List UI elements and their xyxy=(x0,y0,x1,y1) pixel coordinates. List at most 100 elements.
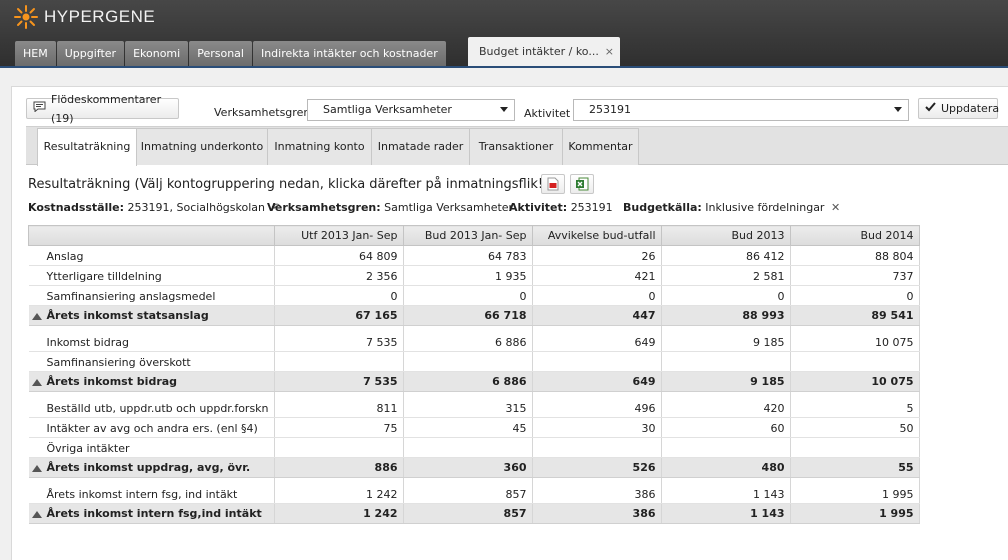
row-label-text: Ytterligare tilldelning xyxy=(46,270,162,283)
cell-value: 421 xyxy=(634,270,656,283)
row-label: Beställd utb, uppdr.utb och uppdr.forskn xyxy=(28,391,275,418)
info-verksamhetsgren-value: Samtliga Verksamheter xyxy=(384,201,514,214)
table-cell: 0 xyxy=(274,285,404,306)
table-cell: 2 581 xyxy=(661,265,791,286)
tab-budget-active[interactable]: Budget intäkter / ko... × xyxy=(468,37,620,66)
pdf-icon xyxy=(547,177,559,191)
budgetkalla-value: Inklusive fördelningar xyxy=(705,201,825,214)
subtab-transaktioner[interactable]: Transaktioner xyxy=(469,128,563,165)
verksamhetsgren-value: Samtliga Verksamheter xyxy=(323,103,452,116)
table-cell: 447 xyxy=(532,305,662,326)
cell-value: 1 143 xyxy=(753,488,785,501)
table-cell: 315 xyxy=(403,391,533,418)
page-title: Resultaträkning (Välj kontogruppering ne… xyxy=(28,177,549,192)
row-label-text: Intäkter av avg och andra ers. (enl §4) xyxy=(46,422,258,435)
cell-value: 60 xyxy=(770,422,785,435)
table-cell: 649 xyxy=(532,371,662,392)
column-header[interactable]: Bud 2013 xyxy=(660,225,791,246)
remove-icon[interactable]: ✕ xyxy=(831,201,840,214)
cell-value: 386 xyxy=(632,507,656,520)
table-row: Inkomst bidrag 7 535 6 886 649 9 185 10 075 xyxy=(28,325,920,352)
table-sum-row[interactable]: Årets inkomst bidrag 7 535 6 886 649 9 185 10… xyxy=(28,371,920,392)
pdf-export-button[interactable] xyxy=(541,174,565,194)
cell-value: 67 165 xyxy=(355,309,398,322)
cell-value: 5 xyxy=(906,402,914,415)
table-cell: 10 075 xyxy=(790,325,920,352)
chevron-down-icon xyxy=(500,107,508,112)
verksamhetsgren-select[interactable]: Samtliga Verksamheter xyxy=(307,99,515,121)
row-label: Inkomst bidrag xyxy=(28,325,275,352)
cell-value: 886 xyxy=(374,461,398,474)
cell-value: 88 804 xyxy=(875,250,914,263)
column-header[interactable]: Bud 2014 xyxy=(789,225,920,246)
column-header[interactable]: Avvikelse bud-utfall xyxy=(531,225,662,246)
table-cell: 66 718 xyxy=(403,305,533,326)
column-header[interactable]: Bud 2013 Jan- Sep xyxy=(402,225,533,246)
row-label-text: Årets inkomst intern fsg, ind intäkt xyxy=(46,488,238,501)
row-label: Ytterligare tilldelning xyxy=(28,265,275,286)
tab-personal[interactable]: Personal xyxy=(189,41,252,66)
column-header[interactable]: Utf 2013 Jan- Sep xyxy=(273,225,404,246)
comments-button-label: Flödeskommentarer (19) xyxy=(51,92,162,125)
cell-value: 89 541 xyxy=(871,309,914,322)
cell-value: 480 xyxy=(761,461,785,474)
table-cell: 886 xyxy=(274,457,404,478)
table-cell: 737 xyxy=(790,265,920,286)
cell-value: 10 075 xyxy=(875,336,914,349)
aktivitet-select[interactable]: 253191 xyxy=(573,99,909,121)
tab-hem[interactable]: HEM xyxy=(15,41,56,66)
cell-value: 526 xyxy=(632,461,656,474)
table-cell xyxy=(403,437,533,458)
brand-name: HYPERGENE xyxy=(44,7,156,26)
cell-value: 55 xyxy=(898,461,914,474)
table-sum-row[interactable]: Årets inkomst uppdrag, avg, övr. 886 360 52… xyxy=(28,457,920,478)
row-label-text: Årets inkomst intern fsg,ind intäkt xyxy=(46,507,262,520)
row-label: Årets inkomst intern fsg,ind intäkt xyxy=(28,503,275,524)
cell-value: 315 xyxy=(505,402,527,415)
tab-indirekta[interactable]: Indirekta intäkter och kostnader xyxy=(252,41,446,66)
brand-logo[interactable]: HYPERGENE xyxy=(14,5,155,29)
cell-value: 26 xyxy=(641,250,656,263)
table-cell: 857 xyxy=(403,477,533,504)
subtab-inmatning-underkonto[interactable]: Inmatning underkonto xyxy=(136,128,268,165)
cell-value: 45 xyxy=(512,422,527,435)
info-aktivitet-label: Aktivitet: xyxy=(509,201,568,214)
table-cell: 1 995 xyxy=(790,477,920,504)
row-label: Intäkter av avg och andra ers. (enl §4) xyxy=(28,417,275,438)
table-cell xyxy=(532,351,662,372)
comments-button[interactable]: Flödeskommentarer (19) xyxy=(26,93,179,125)
collapse-triangle-icon[interactable] xyxy=(31,465,42,472)
cell-value: 0 xyxy=(648,290,656,303)
table-sum-row[interactable]: Årets inkomst intern fsg,ind intäkt 1 242… xyxy=(28,503,920,524)
table-cell: 86 412 xyxy=(661,245,791,266)
cell-value: 386 xyxy=(634,488,656,501)
table-cell: 7 535 xyxy=(274,371,404,392)
subtab-kommentar[interactable]: Kommentar xyxy=(562,128,639,165)
cell-value: 88 993 xyxy=(742,309,785,322)
cell-value: 1 935 xyxy=(495,270,527,283)
cell-value: 0 xyxy=(390,290,398,303)
excel-icon xyxy=(576,177,589,191)
subtab-inmatning-konto[interactable]: Inmatning konto xyxy=(267,128,372,165)
collapse-triangle-icon[interactable] xyxy=(31,511,42,518)
table-cell: 9 185 xyxy=(661,325,791,352)
table-cell: 45 xyxy=(403,417,533,438)
subtab-resultatrakning[interactable]: Resultaträkning xyxy=(37,128,137,166)
tab-ekonomi[interactable]: Ekonomi xyxy=(125,41,189,66)
cell-value: 6 886 xyxy=(492,375,527,388)
table-sum-row[interactable]: Årets inkomst statsanslag 67 165 66 718 447… xyxy=(28,305,920,326)
update-button[interactable]: Uppdatera xyxy=(918,98,999,119)
excel-export-button[interactable] xyxy=(570,174,594,194)
tab-uppgifter[interactable]: Uppgifter xyxy=(56,41,125,66)
close-tab-icon[interactable]: × xyxy=(605,37,614,66)
subtab-inmatade-rader[interactable]: Inmatade rader xyxy=(371,128,470,165)
row-label-text: Anslag xyxy=(46,250,84,263)
cell-value: 50 xyxy=(899,422,914,435)
collapse-triangle-icon[interactable] xyxy=(31,379,42,386)
collapse-triangle-icon[interactable] xyxy=(31,313,42,320)
table-cell: 386 xyxy=(532,477,662,504)
table-cell: 7 535 xyxy=(274,325,404,352)
table-cell: 1 935 xyxy=(403,265,533,286)
tab-budget-label: Budget intäkter / ko... xyxy=(479,45,599,58)
table-cell: 0 xyxy=(790,285,920,306)
